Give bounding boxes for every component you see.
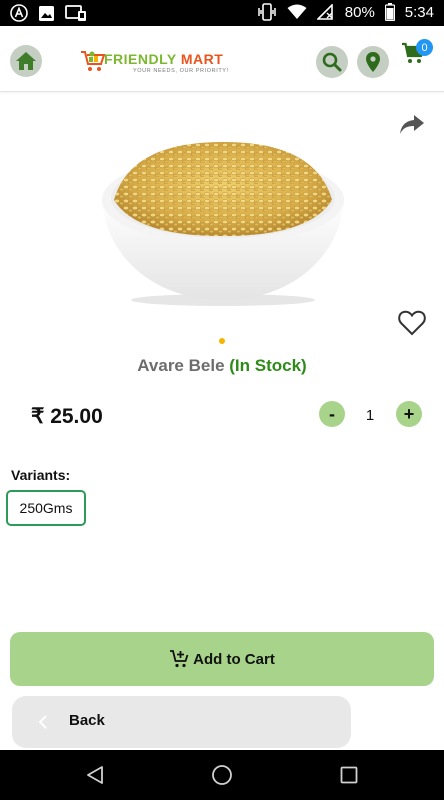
- quantity-increase-button[interactable]: +: [396, 401, 422, 427]
- add-to-cart-icon: [170, 650, 189, 668]
- quantity-decrease-button[interactable]: -: [319, 401, 345, 427]
- signal-off-icon: [316, 4, 335, 20]
- nav-back-icon: [87, 766, 103, 784]
- carousel-dot-active[interactable]: [219, 338, 225, 344]
- variant-option-250gms[interactable]: 250Gms: [6, 490, 86, 526]
- back-button[interactable]: Back: [12, 696, 351, 748]
- image-icon: [38, 5, 55, 22]
- lentils-bowl-image: [102, 142, 344, 306]
- share-button[interactable]: [398, 110, 426, 138]
- status-bar: 80% 5:34: [0, 0, 444, 26]
- product-price: ₹ 25.00: [31, 405, 103, 428]
- home-button[interactable]: [10, 45, 42, 77]
- app-a-icon: [10, 4, 28, 22]
- back-label: Back: [69, 712, 105, 729]
- search-icon: [322, 52, 342, 72]
- product-title: Avare Bele (In Stock): [0, 356, 444, 376]
- add-to-cart-label: Add to Cart: [193, 650, 275, 668]
- location-pin-icon: [366, 52, 380, 72]
- status-left-icons: [10, 4, 87, 22]
- variants-label: Variants:: [11, 467, 71, 483]
- add-to-cart-button[interactable]: Add to Cart: [10, 632, 434, 686]
- battery-percent: 80%: [344, 3, 375, 21]
- heart-outline-icon: [398, 310, 426, 336]
- stock-status: (In Stock): [229, 356, 307, 375]
- status-right-icons: 80% 5:34: [257, 3, 434, 21]
- logo-tagline: YOUR NEEDS, OUR PRIORITY!: [133, 68, 229, 74]
- search-button[interactable]: [316, 46, 348, 78]
- nav-home-icon: [212, 765, 232, 785]
- app-header: FRIENDLY MART YOUR NEEDS, OUR PRIORITY!: [0, 26, 444, 92]
- logo-cart-icon: [81, 51, 106, 71]
- logo-word-friendly: FRIENDLY: [104, 51, 177, 67]
- logo-text: FRIENDLY MART: [104, 51, 223, 67]
- battery-icon: [384, 3, 395, 21]
- nav-recents-button[interactable]: [337, 763, 361, 787]
- cart-count-badge: 0: [416, 39, 433, 56]
- cast-icon: [65, 4, 87, 22]
- status-time: 5:34: [404, 3, 434, 21]
- product-detail-screen: 80% 5:34 FRIENDLY MART YOUR NEEDS, OUR P…: [0, 0, 444, 800]
- wifi-icon: [287, 4, 307, 20]
- wishlist-button[interactable]: [396, 308, 428, 338]
- nav-back-button[interactable]: [83, 763, 107, 787]
- friendly-mart-logo[interactable]: FRIENDLY MART YOUR NEEDS, OUR PRIORITY!: [80, 48, 240, 80]
- logo-word-mart: MART: [180, 51, 224, 67]
- home-icon: [16, 52, 36, 70]
- product-image[interactable]: [96, 128, 350, 308]
- quantity-value: 1: [365, 407, 375, 424]
- nav-home-button[interactable]: [210, 763, 234, 787]
- nav-recents-icon: [340, 766, 358, 784]
- chevron-left-icon: [36, 714, 50, 730]
- product-name: Avare Bele: [137, 356, 225, 375]
- location-button[interactable]: [357, 46, 389, 78]
- vibrate-icon: [257, 3, 277, 21]
- system-navigation-bar: [0, 750, 444, 800]
- share-icon: [400, 115, 424, 134]
